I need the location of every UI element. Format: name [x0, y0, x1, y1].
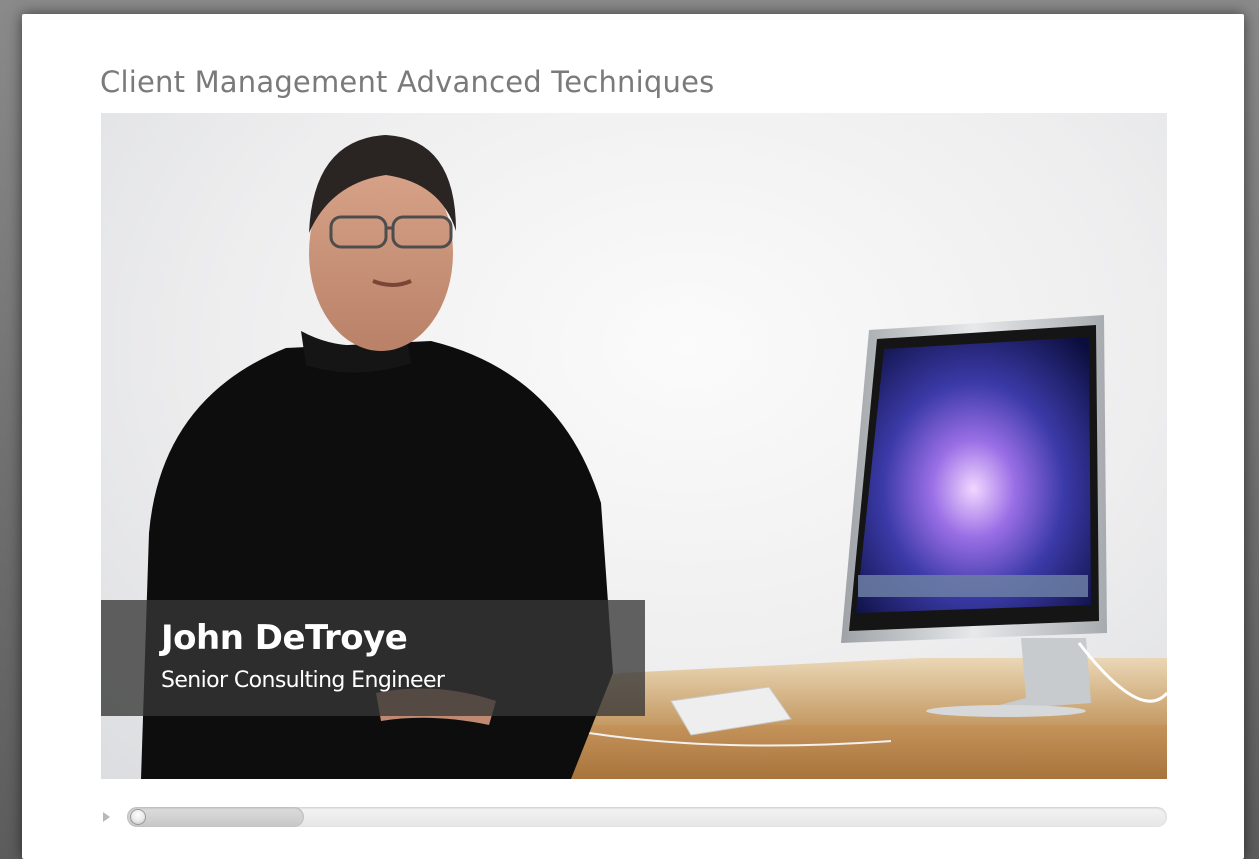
playhead-handle[interactable]	[130, 809, 146, 825]
page-title: Client Management Advanced Techniques	[100, 65, 715, 99]
presenter-title: Senior Consulting Engineer	[161, 668, 445, 693]
progress-buffered	[127, 807, 304, 827]
play-button[interactable]	[100, 810, 114, 824]
player-controls	[100, 804, 1168, 830]
video-frame[interactable]: John DeTroye Senior Consulting Engineer	[101, 113, 1167, 779]
play-icon	[103, 812, 110, 822]
progress-bar[interactable]	[127, 807, 1167, 827]
presenter-name: John DeTroye	[161, 618, 408, 658]
monitor-illustration	[841, 315, 1167, 717]
